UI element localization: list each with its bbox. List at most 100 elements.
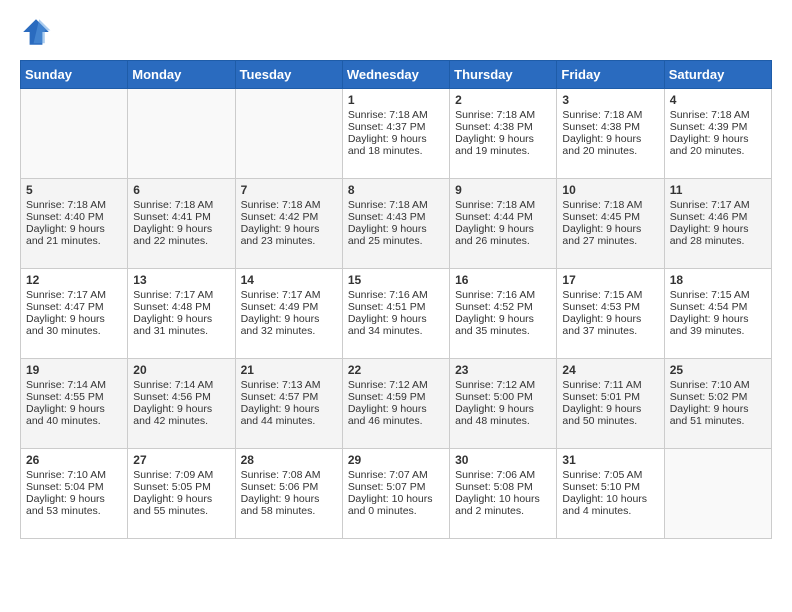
daylight-text: Daylight: 9 hours and 30 minutes.: [26, 313, 122, 337]
sunrise-text: Sunrise: 7:18 AM: [348, 109, 444, 121]
sunset-text: Sunset: 4:56 PM: [133, 391, 229, 403]
sunrise-text: Sunrise: 7:12 AM: [348, 379, 444, 391]
calendar-cell: 14Sunrise: 7:17 AMSunset: 4:49 PMDayligh…: [235, 269, 342, 359]
sunset-text: Sunset: 4:43 PM: [348, 211, 444, 223]
sunrise-text: Sunrise: 7:14 AM: [26, 379, 122, 391]
daylight-text: Daylight: 9 hours and 20 minutes.: [562, 133, 658, 157]
calendar-cell: 7Sunrise: 7:18 AMSunset: 4:42 PMDaylight…: [235, 179, 342, 269]
daylight-text: Daylight: 9 hours and 25 minutes.: [348, 223, 444, 247]
logo-icon: [20, 16, 52, 48]
day-number: 11: [670, 183, 766, 197]
sunrise-text: Sunrise: 7:17 AM: [670, 199, 766, 211]
daylight-text: Daylight: 9 hours and 34 minutes.: [348, 313, 444, 337]
sunrise-text: Sunrise: 7:12 AM: [455, 379, 551, 391]
calendar-cell: 5Sunrise: 7:18 AMSunset: 4:40 PMDaylight…: [21, 179, 128, 269]
sunrise-text: Sunrise: 7:07 AM: [348, 469, 444, 481]
day-number: 9: [455, 183, 551, 197]
sunset-text: Sunset: 4:44 PM: [455, 211, 551, 223]
daylight-text: Daylight: 10 hours and 0 minutes.: [348, 493, 444, 517]
sunrise-text: Sunrise: 7:18 AM: [455, 109, 551, 121]
calendar-cell: 1Sunrise: 7:18 AMSunset: 4:37 PMDaylight…: [342, 89, 449, 179]
day-number: 17: [562, 273, 658, 287]
day-number: 28: [241, 453, 337, 467]
calendar-cell: 4Sunrise: 7:18 AMSunset: 4:39 PMDaylight…: [664, 89, 771, 179]
sunset-text: Sunset: 4:42 PM: [241, 211, 337, 223]
calendar-cell: 13Sunrise: 7:17 AMSunset: 4:48 PMDayligh…: [128, 269, 235, 359]
sunset-text: Sunset: 4:39 PM: [670, 121, 766, 133]
day-number: 19: [26, 363, 122, 377]
daylight-text: Daylight: 9 hours and 23 minutes.: [241, 223, 337, 247]
daylight-text: Daylight: 9 hours and 50 minutes.: [562, 403, 658, 427]
calendar-cell: 30Sunrise: 7:06 AMSunset: 5:08 PMDayligh…: [450, 449, 557, 539]
calendar-cell: 19Sunrise: 7:14 AMSunset: 4:55 PMDayligh…: [21, 359, 128, 449]
day-number: 2: [455, 93, 551, 107]
day-number: 16: [455, 273, 551, 287]
sunrise-text: Sunrise: 7:17 AM: [26, 289, 122, 301]
sunset-text: Sunset: 5:08 PM: [455, 481, 551, 493]
sunset-text: Sunset: 5:07 PM: [348, 481, 444, 493]
calendar-cell: 10Sunrise: 7:18 AMSunset: 4:45 PMDayligh…: [557, 179, 664, 269]
logo: [20, 16, 56, 48]
sunset-text: Sunset: 4:53 PM: [562, 301, 658, 313]
sunrise-text: Sunrise: 7:06 AM: [455, 469, 551, 481]
calendar-cell: 24Sunrise: 7:11 AMSunset: 5:01 PMDayligh…: [557, 359, 664, 449]
sunrise-text: Sunrise: 7:11 AM: [562, 379, 658, 391]
calendar-cell: 21Sunrise: 7:13 AMSunset: 4:57 PMDayligh…: [235, 359, 342, 449]
daylight-text: Daylight: 9 hours and 35 minutes.: [455, 313, 551, 337]
calendar-cell: 23Sunrise: 7:12 AMSunset: 5:00 PMDayligh…: [450, 359, 557, 449]
sunset-text: Sunset: 4:38 PM: [562, 121, 658, 133]
daylight-text: Daylight: 9 hours and 28 minutes.: [670, 223, 766, 247]
day-number: 25: [670, 363, 766, 377]
day-number: 29: [348, 453, 444, 467]
sunrise-text: Sunrise: 7:10 AM: [670, 379, 766, 391]
sunset-text: Sunset: 4:51 PM: [348, 301, 444, 313]
weekday-header-saturday: Saturday: [664, 61, 771, 89]
sunrise-text: Sunrise: 7:18 AM: [26, 199, 122, 211]
sunset-text: Sunset: 4:57 PM: [241, 391, 337, 403]
daylight-text: Daylight: 9 hours and 55 minutes.: [133, 493, 229, 517]
sunrise-text: Sunrise: 7:15 AM: [670, 289, 766, 301]
day-number: 15: [348, 273, 444, 287]
sunset-text: Sunset: 4:55 PM: [26, 391, 122, 403]
day-number: 7: [241, 183, 337, 197]
daylight-text: Daylight: 9 hours and 22 minutes.: [133, 223, 229, 247]
day-number: 12: [26, 273, 122, 287]
daylight-text: Daylight: 9 hours and 42 minutes.: [133, 403, 229, 427]
calendar-cell: 6Sunrise: 7:18 AMSunset: 4:41 PMDaylight…: [128, 179, 235, 269]
day-number: 27: [133, 453, 229, 467]
daylight-text: Daylight: 9 hours and 58 minutes.: [241, 493, 337, 517]
sunset-text: Sunset: 4:48 PM: [133, 301, 229, 313]
calendar-cell: [235, 89, 342, 179]
sunset-text: Sunset: 4:45 PM: [562, 211, 658, 223]
calendar-cell: 8Sunrise: 7:18 AMSunset: 4:43 PMDaylight…: [342, 179, 449, 269]
daylight-text: Daylight: 9 hours and 27 minutes.: [562, 223, 658, 247]
day-number: 3: [562, 93, 658, 107]
calendar-cell: 9Sunrise: 7:18 AMSunset: 4:44 PMDaylight…: [450, 179, 557, 269]
sunrise-text: Sunrise: 7:09 AM: [133, 469, 229, 481]
day-number: 14: [241, 273, 337, 287]
sunset-text: Sunset: 4:37 PM: [348, 121, 444, 133]
sunrise-text: Sunrise: 7:05 AM: [562, 469, 658, 481]
weekday-header-sunday: Sunday: [21, 61, 128, 89]
daylight-text: Daylight: 9 hours and 32 minutes.: [241, 313, 337, 337]
calendar-cell: 31Sunrise: 7:05 AMSunset: 5:10 PMDayligh…: [557, 449, 664, 539]
weekday-header-wednesday: Wednesday: [342, 61, 449, 89]
week-row-4: 19Sunrise: 7:14 AMSunset: 4:55 PMDayligh…: [21, 359, 772, 449]
daylight-text: Daylight: 9 hours and 18 minutes.: [348, 133, 444, 157]
sunrise-text: Sunrise: 7:18 AM: [455, 199, 551, 211]
week-row-1: 1Sunrise: 7:18 AMSunset: 4:37 PMDaylight…: [21, 89, 772, 179]
sunset-text: Sunset: 4:52 PM: [455, 301, 551, 313]
sunset-text: Sunset: 5:02 PM: [670, 391, 766, 403]
calendar-cell: 12Sunrise: 7:17 AMSunset: 4:47 PMDayligh…: [21, 269, 128, 359]
sunrise-text: Sunrise: 7:14 AM: [133, 379, 229, 391]
sunset-text: Sunset: 4:46 PM: [670, 211, 766, 223]
sunset-text: Sunset: 5:01 PM: [562, 391, 658, 403]
calendar-cell: [21, 89, 128, 179]
daylight-text: Daylight: 10 hours and 4 minutes.: [562, 493, 658, 517]
sunset-text: Sunset: 5:06 PM: [241, 481, 337, 493]
calendar-cell: 15Sunrise: 7:16 AMSunset: 4:51 PMDayligh…: [342, 269, 449, 359]
day-number: 4: [670, 93, 766, 107]
calendar-cell: 20Sunrise: 7:14 AMSunset: 4:56 PMDayligh…: [128, 359, 235, 449]
weekday-header-friday: Friday: [557, 61, 664, 89]
sunset-text: Sunset: 4:38 PM: [455, 121, 551, 133]
